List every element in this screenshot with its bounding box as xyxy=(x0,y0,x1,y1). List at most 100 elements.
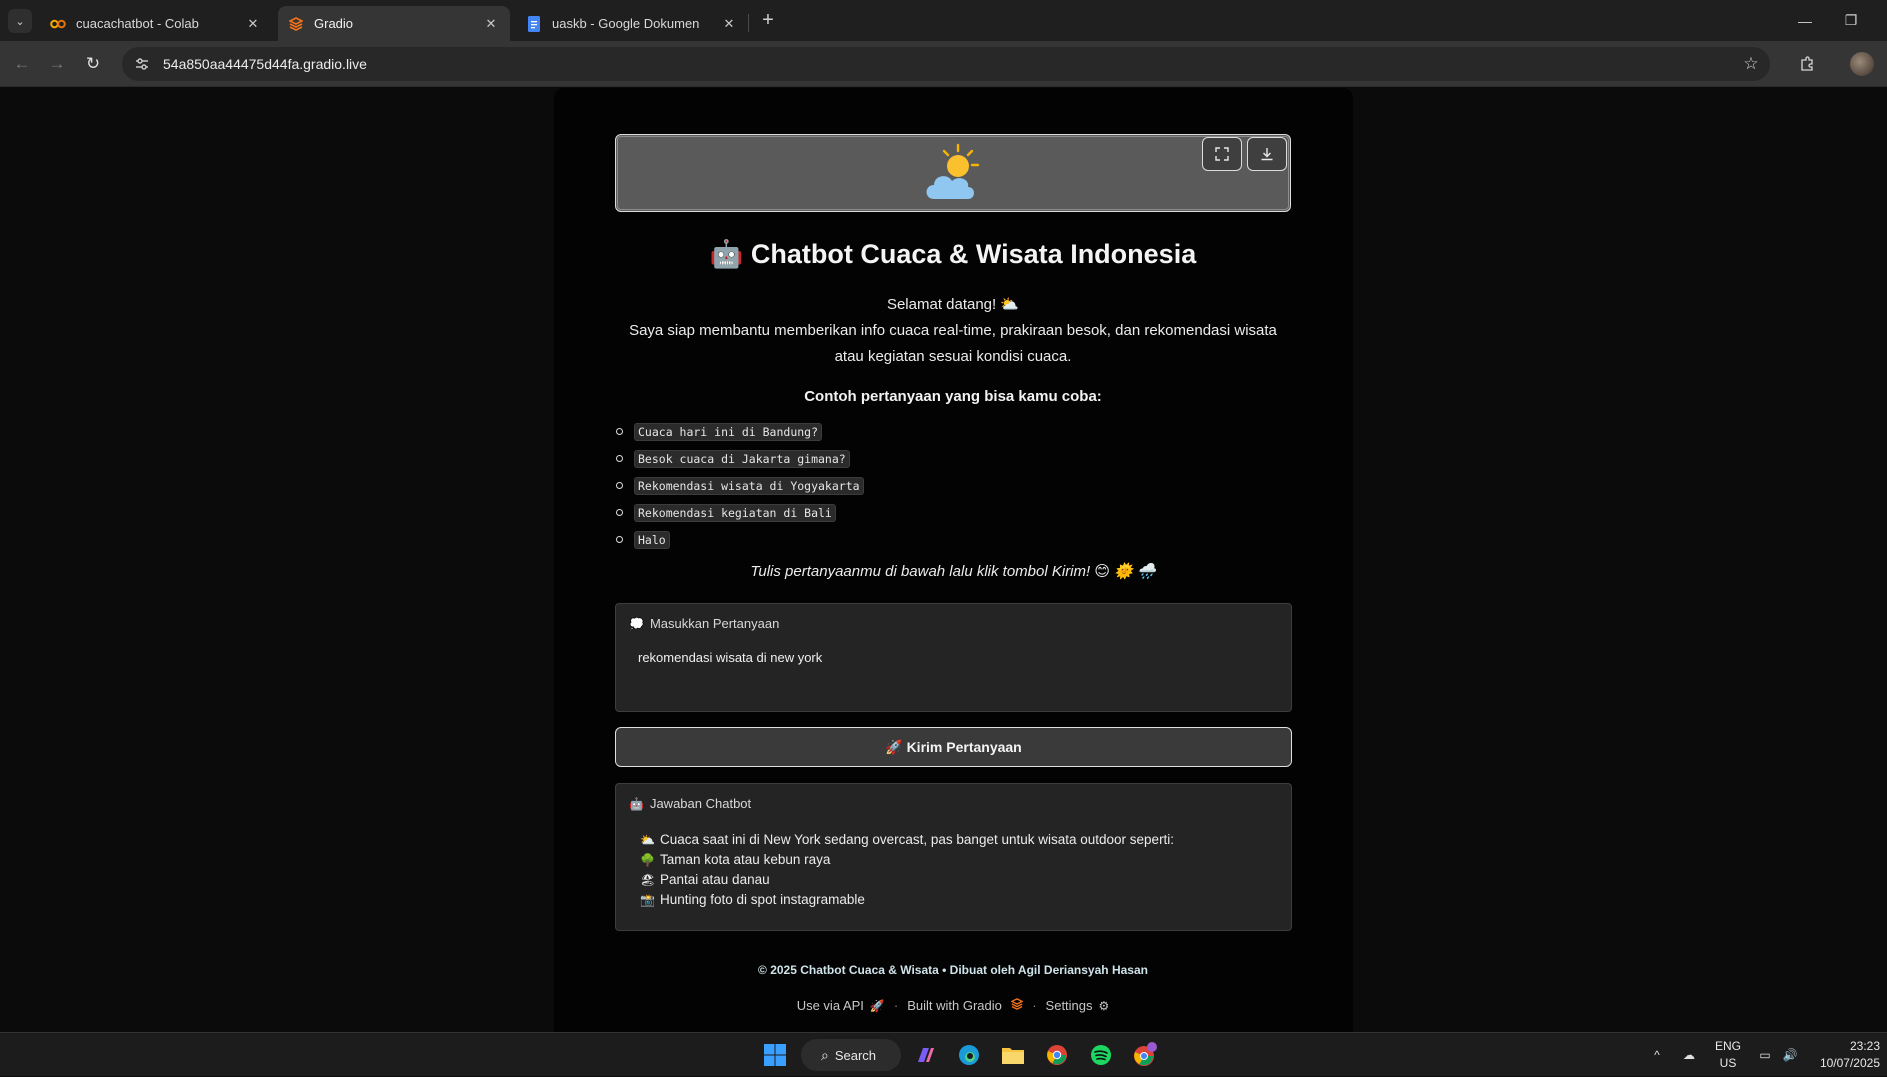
api-link-text: Use via API xyxy=(796,998,864,1013)
sun-behind-cloud-icon: ⛅ xyxy=(640,833,655,847)
answer-text[interactable]: ⛅ Cuaca saat ini di New York sedang overc… xyxy=(640,830,1174,910)
example-query: Rekomendasi kegiatan di Bali xyxy=(634,503,836,522)
close-tab-icon[interactable]: ✕ xyxy=(720,15,738,33)
page-title: 🤖 Chatbot Cuaca & Wisata Indonesia xyxy=(709,239,1197,269)
welcome-greeting: Selamat datang! ⛅ xyxy=(886,296,1020,313)
use-via-api-link[interactable]: Use via API 🚀 xyxy=(797,998,885,1013)
tab-colab[interactable]: cuacachatbot - Colab ✕ xyxy=(40,6,272,41)
profile-avatar[interactable] xyxy=(1850,52,1874,76)
chatbot-answer-block: 🤖 Jawaban Chatbot ⛅ Cuaca saat ini di New… xyxy=(615,783,1292,931)
close-tab-icon[interactable]: ✕ xyxy=(482,15,500,33)
network-icon[interactable]: ▭ xyxy=(1752,1033,1778,1077)
gradio-link-text: Built with Gradio xyxy=(907,998,1002,1013)
tab-search-button[interactable]: ⌄ xyxy=(8,9,32,33)
answer-label: 🤖 Jawaban Chatbot xyxy=(629,796,751,811)
answer-line: 🏖 Pantai atau danau xyxy=(640,870,1174,890)
onedrive-icon[interactable]: ☁ xyxy=(1676,1033,1702,1077)
tab-separator xyxy=(748,14,749,32)
file-explorer-icon[interactable] xyxy=(997,1039,1029,1071)
weather-image xyxy=(615,134,1291,212)
answer-label-text: Jawaban Chatbot xyxy=(649,796,752,811)
fullscreen-icon xyxy=(1215,147,1229,161)
clock-time: 23:23 xyxy=(1849,1039,1880,1053)
search-label: Search xyxy=(834,1047,877,1063)
answer-line-text: Hunting foto di spot instagramable xyxy=(660,892,865,907)
colab-icon xyxy=(50,16,66,32)
instruction-hint: Tulis pertanyaanmu di bawah lalu klik to… xyxy=(750,563,1156,580)
spotify-icon[interactable] xyxy=(1085,1039,1117,1071)
page-viewport: 🤖 Chatbot Cuaca & Wisata Indonesia Selam… xyxy=(0,88,1887,1032)
sun-behind-cloud-icon xyxy=(926,143,980,199)
rocket-icon: 🚀 xyxy=(869,999,885,1013)
answer-line: ⛅ Cuaca saat ini di New York sedang overc… xyxy=(640,830,1174,850)
chrome-profile-icon[interactable] xyxy=(1129,1039,1161,1071)
separator-dot: · xyxy=(1032,998,1037,1013)
reload-button[interactable]: ↻ xyxy=(80,51,106,77)
gradio-logo-icon xyxy=(1008,998,1024,1013)
clock-date: 10/07/2025 xyxy=(1819,1056,1880,1070)
examples-list: Cuaca hari ini di Bandung? Besok cuaca d… xyxy=(615,418,1291,553)
answer-line-text: Cuaca saat ini di New York sedang overca… xyxy=(660,832,1175,847)
answer-line: 🌳 Taman kota atau kebun raya xyxy=(640,850,1174,870)
site-settings-icon[interactable] xyxy=(127,49,157,79)
copilot-icon[interactable] xyxy=(909,1039,941,1071)
answer-line-text: Pantai atau danau xyxy=(660,872,770,887)
example-query: Rekomendasi wisata di Yogyakarta xyxy=(634,476,864,495)
new-tab-button[interactable]: + xyxy=(756,8,780,32)
question-input-block: 💭 Masukkan Pertanyaan rekomendasi wisata… xyxy=(615,603,1292,712)
tab-google-docs[interactable]: uaskb - Google Dokumen ✕ xyxy=(516,6,748,41)
tab-title: Gradio xyxy=(314,16,354,31)
download-icon xyxy=(1261,148,1273,161)
windows-taskbar: ⌕ Search ^ ☁ ENG US ▭ 🔊 23:23 10/07/2025 xyxy=(0,1032,1887,1076)
bullet-icon xyxy=(616,482,623,489)
send-question-button[interactable]: 🚀 Kirim Pertanyaan xyxy=(615,727,1292,767)
show-hidden-icons-button[interactable]: ^ xyxy=(1644,1033,1670,1077)
back-button[interactable]: ← xyxy=(9,51,35,77)
answer-line-text: Taman kota atau kebun raya xyxy=(660,852,831,867)
bookmark-star-icon[interactable]: ☆ xyxy=(1740,53,1762,75)
chrome-icon[interactable] xyxy=(1041,1039,1073,1071)
example-query: Besok cuaca di Jakarta gimana? xyxy=(634,449,850,468)
fullscreen-button[interactable] xyxy=(1202,137,1242,171)
list-item: Rekomendasi kegiatan di Bali xyxy=(615,499,1291,526)
system-clock[interactable]: 23:23 10/07/2025 xyxy=(1808,1038,1880,1072)
robot-icon: 🤖 xyxy=(629,796,644,811)
restore-button[interactable]: ❐ xyxy=(1828,0,1874,41)
language-indicator[interactable]: ENG US xyxy=(1710,1038,1746,1072)
settings-link-text: Settings xyxy=(1045,998,1093,1013)
volume-icon[interactable]: 🔊 xyxy=(1778,1033,1802,1077)
example-query: Cuaca hari ini di Bandung? xyxy=(634,422,823,441)
minimize-button[interactable]: — xyxy=(1782,0,1828,41)
bullet-icon xyxy=(616,428,623,435)
examples-heading: Contoh pertanyaan yang bisa kamu coba: xyxy=(804,388,1102,405)
extensions-icon[interactable] xyxy=(1794,51,1820,77)
welcome-description: Saya siap membantu memberikan info cuaca… xyxy=(629,322,1277,365)
camera-icon: 📸 xyxy=(640,893,655,907)
tab-title: uaskb - Google Dokumen xyxy=(552,16,700,31)
taskbar-search[interactable]: ⌕ Search xyxy=(801,1039,901,1071)
gear-icon: ⚙ xyxy=(1098,999,1110,1013)
question-input[interactable]: rekomendasi wisata di new york xyxy=(630,642,1278,700)
url-text: 54a850aa44475d44fa.gradio.live xyxy=(163,56,367,72)
browser-tab-bar: ⌄ cuacachatbot - Colab ✕ Gradio ✕ uaskb … xyxy=(0,0,1887,41)
download-button[interactable] xyxy=(1247,137,1287,171)
speech-bubble-icon: 💭 xyxy=(629,616,644,631)
list-item: Rekomendasi wisata di Yogyakarta xyxy=(615,472,1291,499)
gradio-icon xyxy=(288,16,304,32)
built-with-gradio-link[interactable]: Built with Gradio xyxy=(907,998,1024,1013)
tab-title: cuacachatbot - Colab xyxy=(76,16,199,31)
settings-link[interactable]: Settings ⚙ xyxy=(1046,998,1110,1013)
gradio-footer: Use via API 🚀 · Built with Gradio · Setti… xyxy=(615,998,1291,1013)
tab-gradio[interactable]: Gradio ✕ xyxy=(278,6,510,41)
input-label: 💭 Masukkan Pertanyaan xyxy=(629,616,779,631)
windows-start-icon[interactable] xyxy=(759,1039,791,1071)
close-tab-icon[interactable]: ✕ xyxy=(244,15,262,33)
address-bar[interactable]: 54a850aa44475d44fa.gradio.live ☆ xyxy=(122,47,1770,81)
tree-icon: 🌳 xyxy=(640,853,655,867)
list-item: Cuaca hari ini di Bandung? xyxy=(615,418,1291,445)
google-docs-icon xyxy=(526,15,542,32)
forward-button[interactable]: → xyxy=(44,51,70,77)
separator-dot: · xyxy=(893,998,899,1013)
search-icon: ⌕ xyxy=(821,1046,829,1063)
edge-browser-icon[interactable] xyxy=(953,1039,985,1071)
